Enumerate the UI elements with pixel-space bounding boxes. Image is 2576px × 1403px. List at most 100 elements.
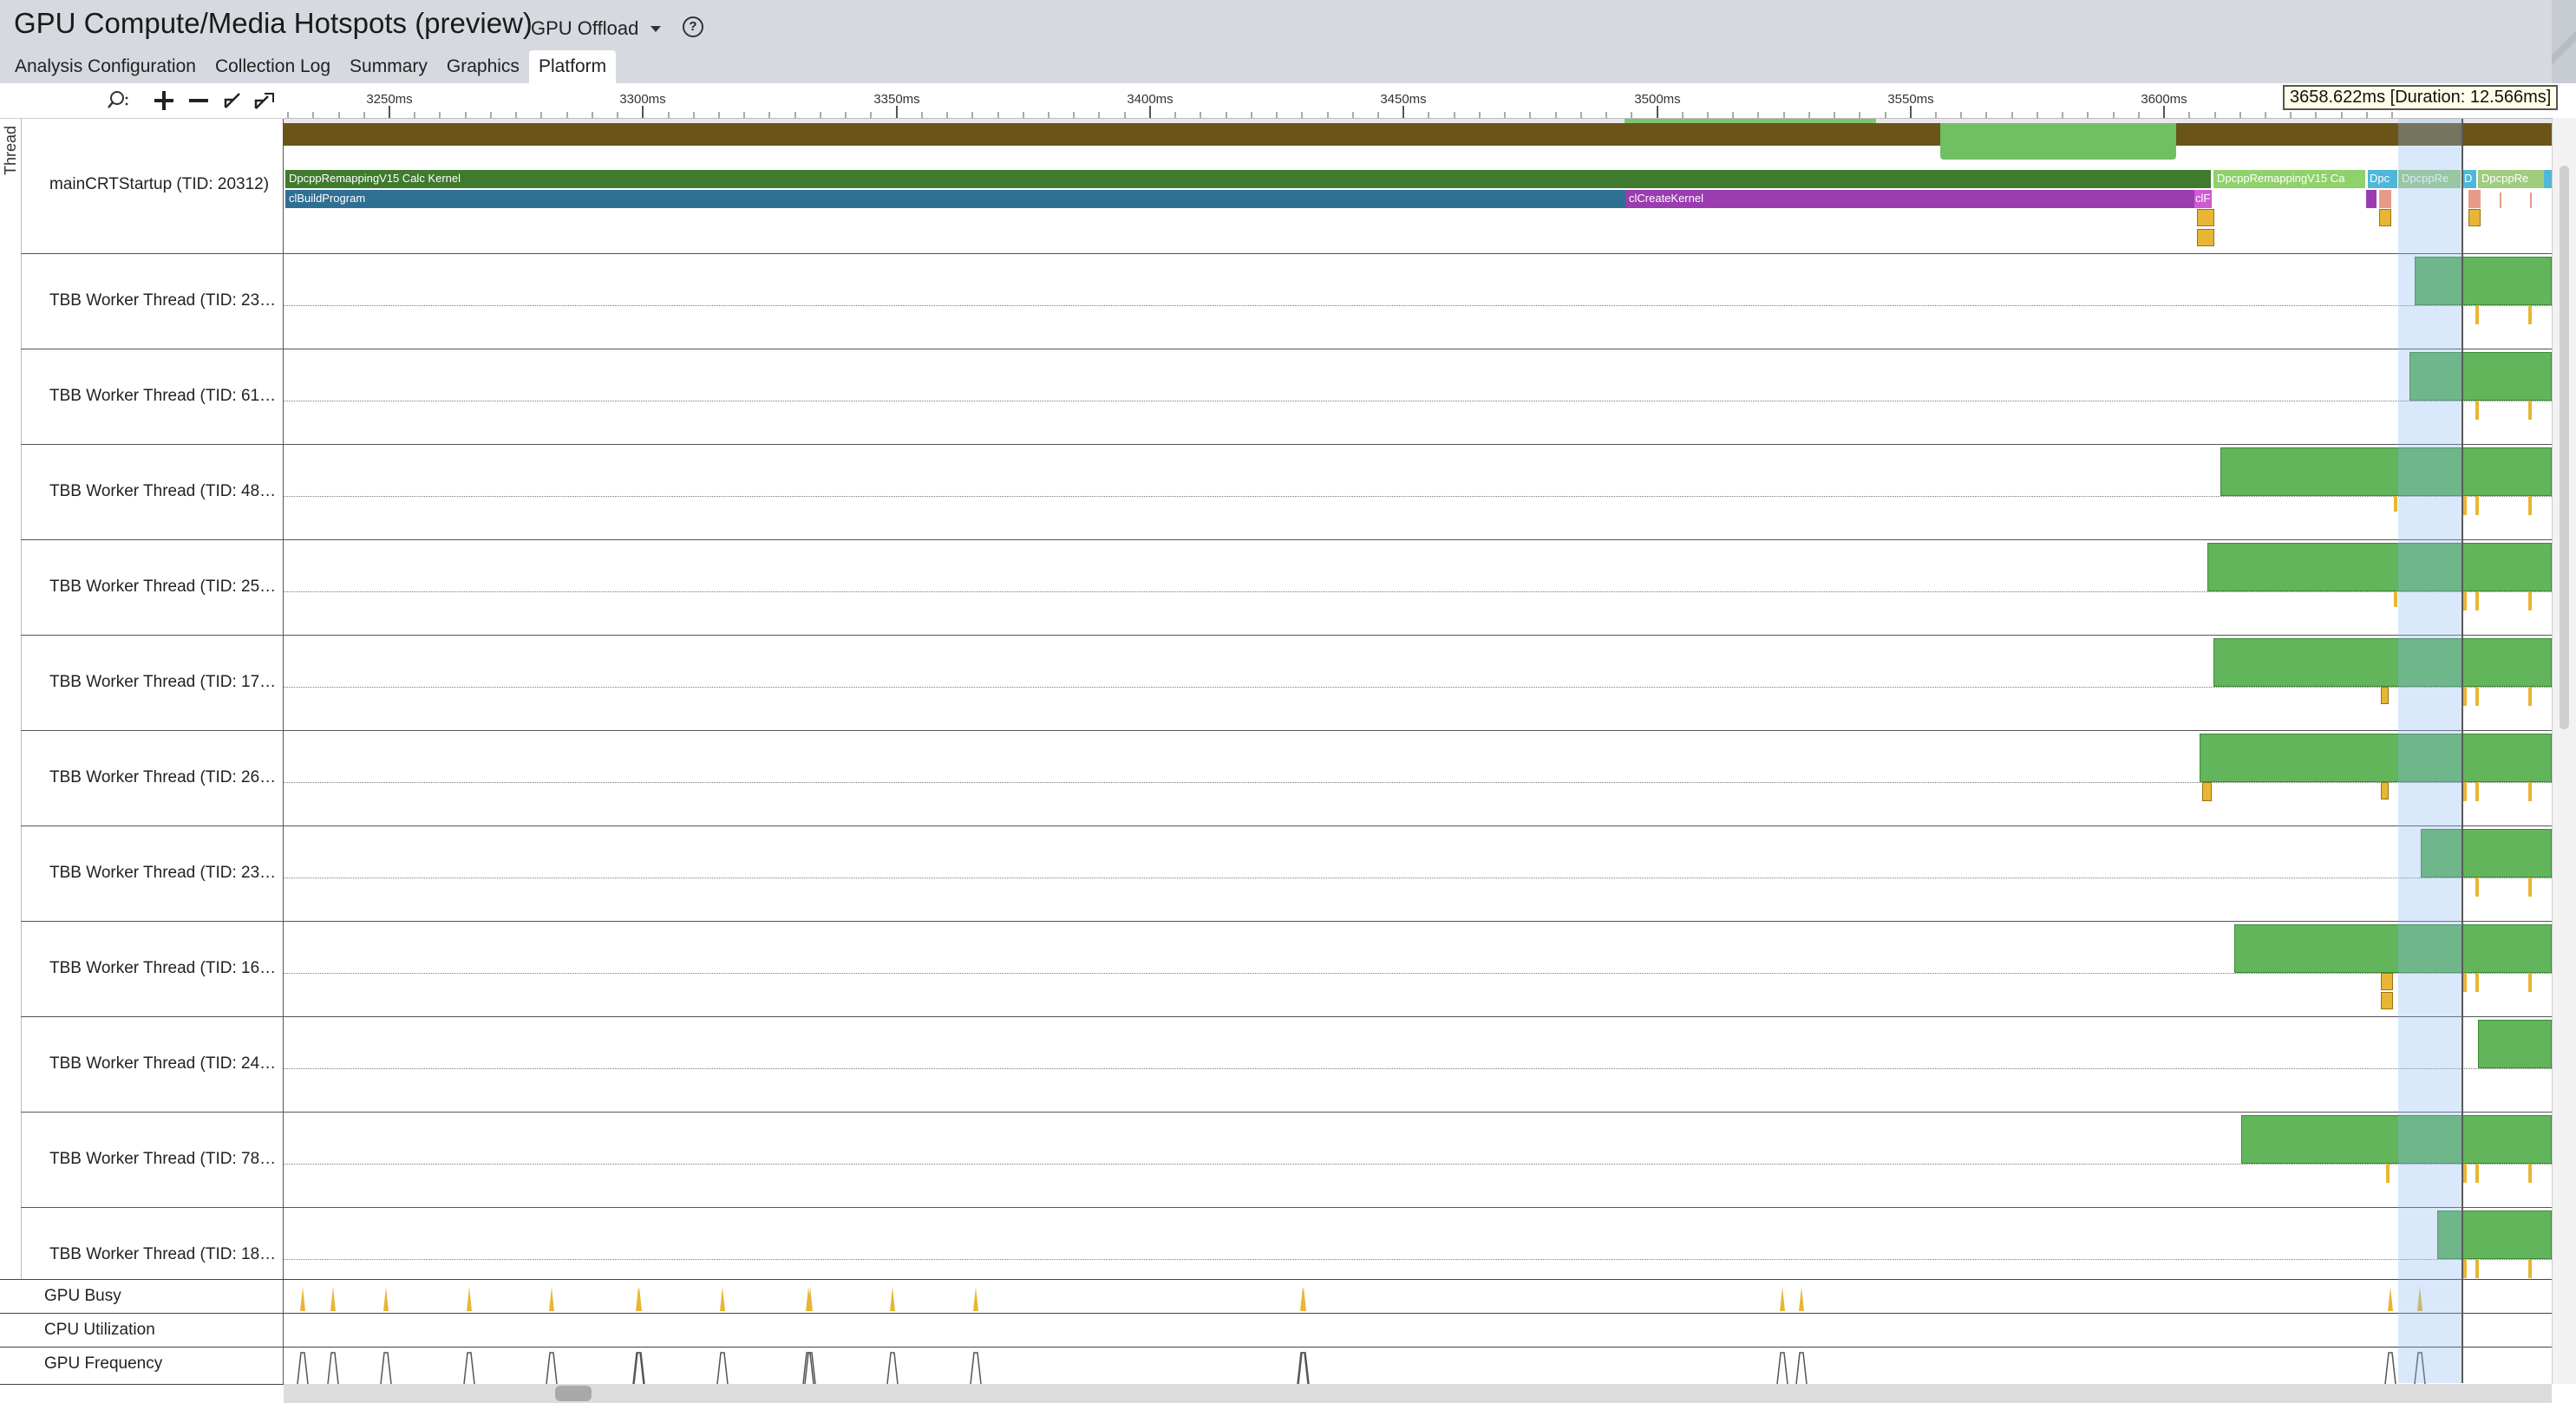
- thread-label[interactable]: TBB Worker Thread (TID: 78…: [21, 1112, 284, 1207]
- cpu-utilization-row: CPU Utilization: [0, 1313, 2552, 1348]
- thread-label[interactable]: TBB Worker Thread (TID: 26…: [21, 730, 284, 825]
- thread-running-bar[interactable]: [2200, 734, 2552, 782]
- gpu-wait-marker: [2528, 1259, 2532, 1278]
- thread-label[interactable]: TBB Worker Thread (TID: 16…: [21, 921, 284, 1016]
- api-call-marker[interactable]: [2379, 209, 2391, 226]
- thread-track[interactable]: [284, 444, 2552, 539]
- gpu-busy-track[interactable]: [284, 1280, 2552, 1314]
- thread-running-bar[interactable]: [2234, 924, 2552, 973]
- tick-label: 3250ms: [366, 92, 413, 107]
- thread-running-bar[interactable]: [2207, 543, 2552, 591]
- metric-label[interactable]: GPU Frequency: [0, 1348, 284, 1384]
- api-call-marker[interactable]: [2197, 209, 2214, 226]
- zoom-undo-icon[interactable]: [220, 88, 245, 113]
- thread-row-worker: TBB Worker Thread (TID: 17…: [21, 635, 2552, 731]
- thread-track[interactable]: [284, 1207, 2552, 1279]
- thread-track[interactable]: [284, 349, 2552, 444]
- thread-label[interactable]: TBB Worker Thread (TID: 17…: [21, 635, 284, 730]
- thread-running-bar[interactable]: [2421, 829, 2552, 878]
- thread-running-bar[interactable]: [2437, 1210, 2552, 1259]
- analysis-mode-dropdown[interactable]: GPU Offload: [531, 14, 662, 43]
- tab-collection-log[interactable]: Collection Log: [206, 50, 340, 83]
- time-ruler[interactable]: 3250ms 3300ms 3350ms 3400ms 3450ms 3500m…: [284, 83, 2552, 119]
- thread-track[interactable]: [284, 635, 2552, 730]
- task-bar[interactable]: clF: [2194, 190, 2212, 208]
- thread-label[interactable]: TBB Worker Thread (TID: 18…: [21, 1207, 284, 1279]
- scrollbar-thumb[interactable]: [2560, 166, 2569, 729]
- gpu-wait-marker: [2528, 878, 2532, 897]
- cpu-utilization-track[interactable]: [284, 1314, 2552, 1348]
- thread-track[interactable]: [284, 539, 2552, 635]
- thread-running-bar[interactable]: [2478, 1020, 2552, 1068]
- thread-row-worker: TBB Worker Thread (TID: 25…: [21, 539, 2552, 636]
- analysis-mode-label: GPU Offload: [531, 17, 639, 39]
- gpu-wait-marker: [2528, 1164, 2532, 1183]
- thread-name: TBB Worker Thread (TID: 61…: [49, 387, 277, 405]
- thread-row-worker: TBB Worker Thread (TID: 78…: [21, 1112, 2552, 1208]
- thread-running-bar[interactable]: [2415, 257, 2552, 305]
- thread-label[interactable]: TBB Worker Thread (TID: 25…: [21, 539, 284, 635]
- help-icon[interactable]: ?: [683, 16, 703, 37]
- api-call-marker[interactable]: [2202, 782, 2212, 801]
- zoom-search-icon[interactable]: [105, 88, 129, 113]
- task-bar[interactable]: D: [2462, 170, 2476, 188]
- task-bar[interactable]: DpcppRemappingV15 Calc Kernel: [285, 170, 2211, 188]
- thread-track[interactable]: [284, 921, 2552, 1016]
- thread-running-bar[interactable]: [2220, 447, 2552, 496]
- task-bar[interactable]: DpcppRe: [2478, 170, 2544, 188]
- gpu-wait-marker: [2475, 496, 2479, 515]
- thread-track[interactable]: DpcppRemappingV15 Calc Kernel clBuildPro…: [284, 119, 2552, 253]
- cursor-time-tooltip: 3658.622ms [Duration: 12.566ms]: [2283, 85, 2559, 110]
- thread-label[interactable]: TBB Worker Thread (TID: 48…: [21, 444, 284, 539]
- api-call-marker[interactable]: [2468, 209, 2481, 226]
- thread-track[interactable]: [284, 1016, 2552, 1112]
- metric-rows: GPU Busy CPU Utilization GPU Frequency: [0, 1279, 2552, 1385]
- gpu-wait-marker: [2386, 1164, 2390, 1183]
- tick-label: 3300ms: [619, 92, 666, 107]
- thread-track[interactable]: [284, 730, 2552, 825]
- gpu-frequency-row: GPU Frequency: [0, 1347, 2552, 1385]
- task-bar[interactable]: DpcppRemappingV15 Ca: [2213, 170, 2365, 188]
- metric-label[interactable]: CPU Utilization: [0, 1314, 284, 1348]
- tab-graphics[interactable]: Graphics: [437, 50, 529, 83]
- chevron-down-icon: [651, 25, 662, 32]
- gpu-frequency-track[interactable]: [284, 1348, 2552, 1385]
- thread-label[interactable]: TBB Worker Thread (TID: 23…: [21, 825, 284, 921]
- gpu-wait-marker: [2528, 401, 2532, 420]
- api-call-marker[interactable]: [2381, 973, 2393, 990]
- tab-analysis-configuration[interactable]: Analysis Configuration: [5, 50, 206, 83]
- gpu-frequency-chart: [297, 1352, 2426, 1385]
- thread-label[interactable]: TBB Worker Thread (TID: 61…: [21, 349, 284, 444]
- horizontal-scrollbar[interactable]: [284, 1384, 2552, 1403]
- tick-label: 3450ms: [1380, 92, 1427, 107]
- tab-platform[interactable]: Platform: [528, 50, 617, 83]
- zoom-reset-icon[interactable]: [252, 88, 277, 113]
- vertical-scrollbar[interactable]: [2552, 118, 2576, 1384]
- scrollbar-thumb[interactable]: [555, 1386, 592, 1401]
- metric-label[interactable]: GPU Busy: [0, 1280, 284, 1314]
- task-bar[interactable]: clCreateKernel: [1625, 190, 2194, 208]
- tab-summary[interactable]: Summary: [340, 50, 437, 83]
- title-bar: GPU Compute/Media Hotspots (preview) GPU…: [0, 0, 2576, 83]
- thread-running-bar[interactable]: [2213, 638, 2552, 687]
- task-bar[interactable]: DpcppRe: [2398, 170, 2461, 188]
- task-bar[interactable]: Dpc: [2368, 170, 2397, 188]
- thread-track[interactable]: [284, 253, 2552, 349]
- thread-track[interactable]: [284, 1112, 2552, 1207]
- thread-running-bar[interactable]: [2409, 352, 2552, 401]
- api-call-marker[interactable]: [2381, 687, 2389, 704]
- thread-row-worker: TBB Worker Thread (TID: 24…: [21, 1016, 2552, 1113]
- api-call-marker[interactable]: [2197, 229, 2214, 246]
- thread-label[interactable]: mainCRTStartup (TID: 20312): [21, 119, 284, 253]
- api-call-marker[interactable]: [2381, 782, 2389, 799]
- api-call-marker[interactable]: [2381, 992, 2393, 1009]
- window-corner: [2552, 0, 2576, 83]
- thread-label[interactable]: TBB Worker Thread (TID: 23…: [21, 253, 284, 349]
- zoom-out-icon[interactable]: [186, 88, 211, 113]
- thread-track[interactable]: [284, 825, 2552, 921]
- zoom-in-icon[interactable]: [152, 88, 176, 113]
- thread-running-bar[interactable]: [2241, 1115, 2552, 1164]
- task-bar[interactable]: clBuildProgram: [285, 190, 1625, 208]
- gpu-wait-marker: [2463, 1164, 2467, 1183]
- thread-label[interactable]: TBB Worker Thread (TID: 24…: [21, 1016, 284, 1112]
